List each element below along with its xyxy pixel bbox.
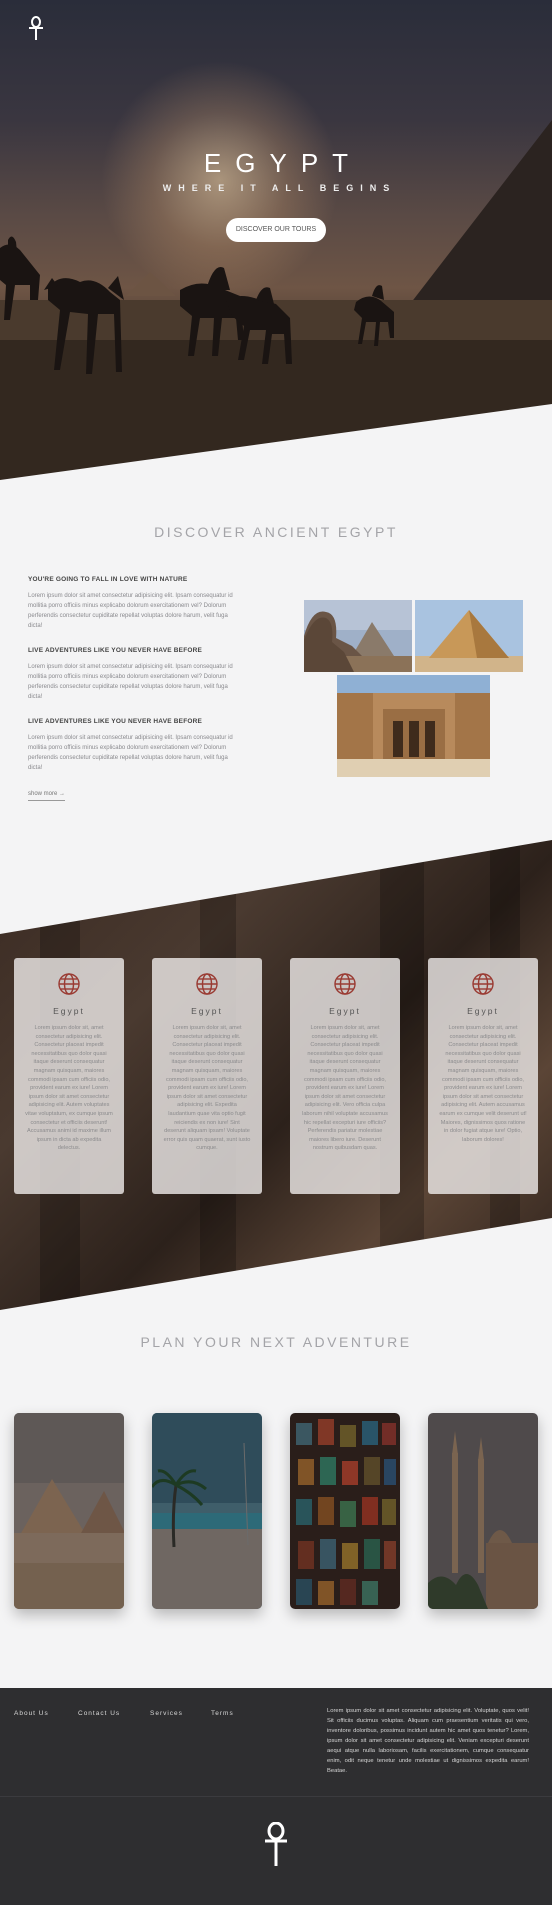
feature-card: Egypt Lorem ipsum dolor sit, amet consec… (290, 958, 400, 1194)
card-body: Lorem ipsum dolor sit, amet consectetur … (25, 1025, 113, 1152)
discover-title: DISCOVER ANCIENT EGYPT (154, 524, 398, 540)
footer-text: Lorem ipsum dolor sit amet consectetur a… (327, 1708, 529, 1774)
sphinx-photo (304, 600, 412, 672)
globe-icon (58, 973, 80, 995)
hero-subtitle: WHERE IT ALL BEGINS (162, 183, 397, 193)
page: EGYPT WHERE IT ALL BEGINS DISCOVER OUR T… (0, 0, 552, 1905)
globe-icon (196, 973, 218, 995)
discover-tours-button[interactable]: DISCOVER OUR TOURS (226, 218, 326, 242)
feature-card: Egypt Lorem ipsum dolor sit, amet consec… (428, 958, 538, 1194)
footer-link-contact[interactable]: Contact Us (78, 1710, 120, 1717)
text-block-3: LIVE ADVENTURES LIKE YOU NEVER HAVE BEFO… (28, 718, 243, 773)
ankh-icon[interactable] (263, 1822, 289, 1866)
footer-link-about[interactable]: About Us (14, 1710, 49, 1717)
card-title: Egypt (329, 1006, 361, 1016)
globe-icon (334, 973, 356, 995)
plan-title: PLAN YOUR NEXT ADVENTURE (140, 1334, 412, 1350)
pyramid-photo (415, 600, 523, 672)
footer-divider (0, 1796, 552, 1797)
text-block-2: LIVE ADVENTURES LIKE YOU NEVER HAVE BEFO… (28, 647, 243, 702)
temple-photo (337, 675, 490, 777)
text-block-1: YOU'RE GOING TO FALL IN LOVE WITH NATURE… (28, 576, 243, 631)
hero-section: EGYPT WHERE IT ALL BEGINS DISCOVER OUR T… (0, 0, 552, 480)
tile-mosque[interactable] (428, 1413, 538, 1609)
show-more-link[interactable]: show more → (28, 791, 66, 801)
text-block-heading: LIVE ADVENTURES LIKE YOU NEVER HAVE BEFO… (28, 647, 203, 654)
card-title: Egypt (53, 1006, 85, 1016)
card-body: Lorem ipsum dolor sit, amet consectetur … (302, 1025, 388, 1152)
text-block-heading: YOU'RE GOING TO FALL IN LOVE WITH NATURE (28, 576, 188, 583)
footer-link-services[interactable]: Services (150, 1710, 183, 1717)
tile-lanterns[interactable] (290, 1413, 400, 1609)
card-title: Egypt (467, 1006, 499, 1016)
text-block-body: Lorem ipsum dolor sit amet consectetur a… (28, 664, 233, 700)
tile-beach[interactable] (152, 1413, 262, 1609)
feature-card: Egypt Lorem ipsum dolor sit, amet consec… (152, 958, 262, 1194)
card-body: Lorem ipsum dolor sit, amet consectetur … (439, 1025, 527, 1143)
ankh-icon[interactable] (26, 16, 46, 40)
text-block-body: Lorem ipsum dolor sit amet consectetur a… (28, 593, 233, 629)
tile-pyramids[interactable] (14, 1413, 124, 1609)
card-body: Lorem ipsum dolor sit, amet consectetur … (163, 1025, 251, 1152)
footer-link-terms[interactable]: Terms (211, 1710, 234, 1717)
feature-card: Egypt Lorem ipsum dolor sit, amet consec… (14, 958, 124, 1194)
text-block-body: Lorem ipsum dolor sit amet consectetur a… (28, 735, 233, 771)
text-block-heading: LIVE ADVENTURES LIKE YOU NEVER HAVE BEFO… (28, 718, 203, 725)
card-title: Egypt (191, 1006, 223, 1016)
hero-title: EGYPT (203, 148, 363, 178)
globe-icon (472, 973, 494, 995)
